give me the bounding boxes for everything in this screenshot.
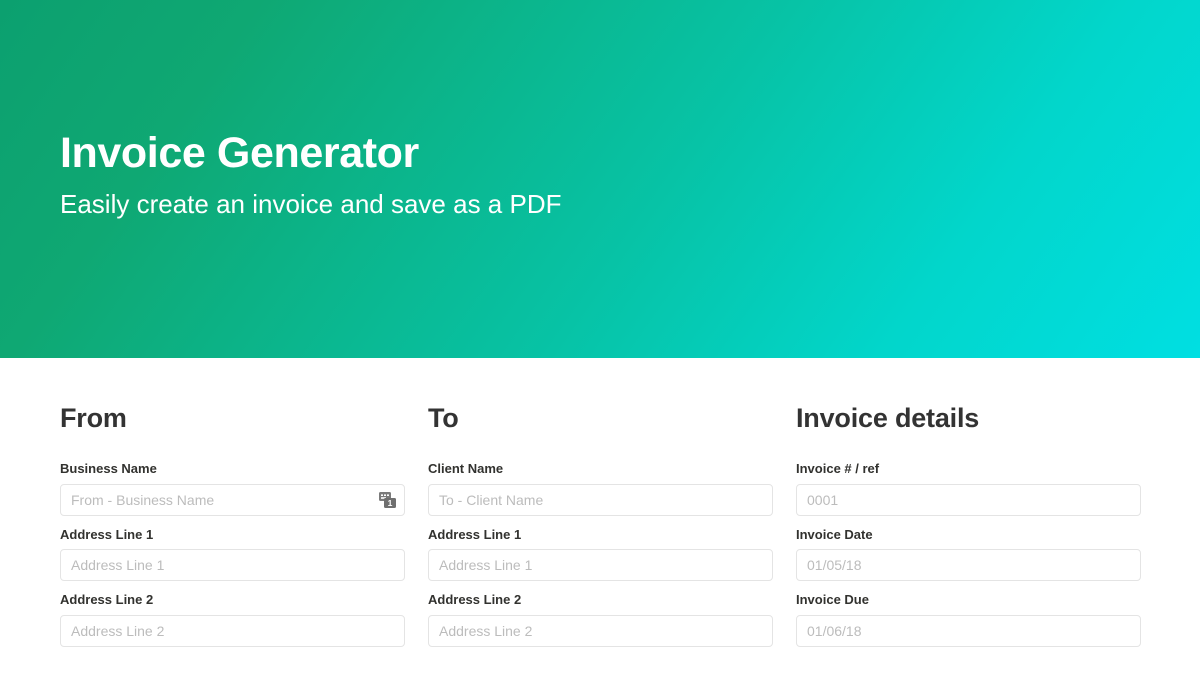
to-address-line-2-input[interactable] <box>428 615 773 648</box>
input-wrapper-client-name <box>428 483 773 516</box>
input-wrapper-invoice-ref <box>796 483 1141 516</box>
field-to-address-line-1: Address Line 1 <box>428 527 773 582</box>
page-subtitle: Easily create an invoice and save as a P… <box>60 189 562 220</box>
column-heading-from: From <box>60 403 127 433</box>
field-label-address-line-2: Address Line 2 <box>60 592 154 608</box>
form-columns: From Business Name 1 Address Line 1 Address … <box>60 403 1141 658</box>
field-invoice-details-invoice-date: Invoice Date <box>796 527 1141 582</box>
input-wrapper-business-name: 1 <box>60 483 405 516</box>
form-column-from: From Business Name 1 Address Line 1 Address … <box>60 403 405 658</box>
column-heading-to: To <box>428 403 459 433</box>
invoice-details-invoice-date-input[interactable] <box>796 549 1141 582</box>
invoice-generator-page: Invoice Generator Easily create an invoi… <box>0 0 1200 675</box>
field-label-address-line-2: Address Line 2 <box>428 592 522 608</box>
field-to-client-name: Client Name <box>428 461 773 516</box>
from-address-line-2-input[interactable] <box>60 615 405 648</box>
field-label-address-line-1: Address Line 1 <box>428 526 522 542</box>
input-wrapper-address-line-2 <box>428 615 773 648</box>
hero-text-block: Invoice Generator Easily create an invoi… <box>60 129 960 220</box>
svg-text:1: 1 <box>388 498 393 508</box>
field-label-invoice-date: Invoice Date <box>796 526 873 542</box>
input-wrapper-invoice-due <box>796 615 1141 648</box>
form-column-invoice-details: Invoice details Invoice # / ref Invoice Da… <box>796 403 1141 658</box>
field-to-address-line-2: Address Line 2 <box>428 592 773 648</box>
hero-banner: Invoice Generator Easily create an invoi… <box>0 0 1200 358</box>
to-client-name-input[interactable] <box>428 483 773 516</box>
input-wrapper-address-line-1 <box>60 549 405 582</box>
page-title: Invoice Generator <box>60 129 419 177</box>
invoice-details-invoice-due-input[interactable] <box>796 615 1141 648</box>
field-label-client-name: Client Name <box>428 460 504 476</box>
field-invoice-details-invoice-due: Invoice Due <box>796 592 1141 648</box>
input-wrapper-address-line-1 <box>428 549 773 582</box>
field-invoice-details-invoice-ref: Invoice # / ref <box>796 461 1141 516</box>
from-business-name-input[interactable] <box>60 483 405 516</box>
field-from-business-name: Business Name 1 <box>60 461 405 516</box>
from-address-line-1-input[interactable] <box>60 549 405 582</box>
input-wrapper-invoice-date <box>796 549 1141 582</box>
column-heading-invoice-details: Invoice details <box>796 403 980 433</box>
invoice-details-invoice-ref-input[interactable] <box>796 483 1141 516</box>
form-column-to: To Client Name Address Line 1 Address Line … <box>428 403 773 658</box>
to-address-line-1-input[interactable] <box>428 549 773 582</box>
field-label-address-line-1: Address Line 1 <box>60 526 154 542</box>
field-from-address-line-2: Address Line 2 <box>60 592 405 648</box>
autofill-badge-icon[interactable]: 1 <box>379 491 396 508</box>
field-label-invoice-due: Invoice Due <box>796 592 869 608</box>
field-label-business-name: Business Name <box>60 460 157 476</box>
invoice-form: From Business Name 1 Address Line 1 Address … <box>0 358 1200 675</box>
field-label-invoice-ref: Invoice # / ref <box>796 460 880 476</box>
input-wrapper-address-line-2 <box>60 615 405 648</box>
field-from-address-line-1: Address Line 1 <box>60 527 405 582</box>
